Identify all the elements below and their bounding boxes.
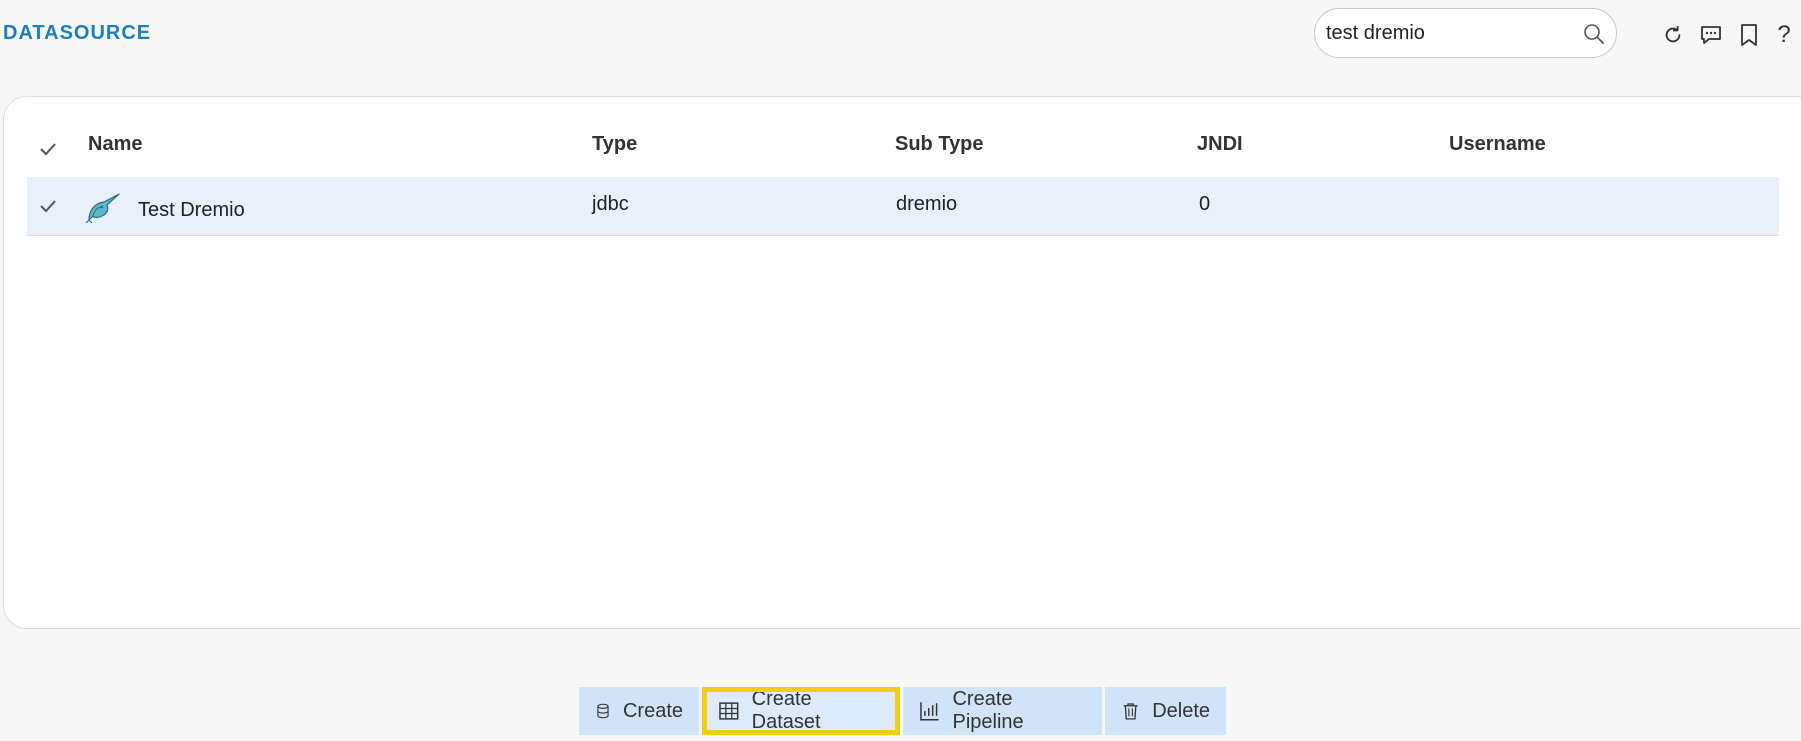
cell-name[interactable]: Test Dremio	[138, 199, 245, 222]
column-header-sub-type[interactable]: Sub Type	[895, 133, 984, 156]
create-button[interactable]: Create	[579, 687, 699, 735]
cell-sub-type: dremio	[896, 193, 958, 215]
search-input[interactable]	[1326, 18, 1566, 48]
search-icon[interactable]	[1582, 22, 1606, 46]
datasource-table-card: Name Type Sub Type JNDI Username Test Dr…	[3, 96, 1801, 629]
help-icon[interactable]: ?	[1774, 22, 1794, 48]
column-header-name[interactable]: Name	[88, 133, 142, 156]
delete-button[interactable]: Delete	[1105, 687, 1226, 735]
table-row[interactable]: Test Dremio jdbc dremio 0	[27, 177, 1779, 236]
column-header-username[interactable]: Username	[1449, 133, 1546, 156]
database-icon	[597, 703, 609, 719]
bar-chart-icon	[920, 702, 939, 721]
table-header: Name Type Sub Type JNDI Username	[27, 111, 1779, 177]
create-dataset-button[interactable]: Create Dataset	[702, 687, 900, 735]
comment-icon[interactable]	[1698, 22, 1724, 48]
bookmark-icon[interactable]	[1736, 22, 1762, 48]
cell-type: jdbc	[592, 193, 629, 215]
select-all-checkbox[interactable]	[38, 139, 58, 159]
create-button-label: Create	[622, 699, 683, 722]
column-header-jndi[interactable]: JNDI	[1197, 133, 1243, 156]
refresh-icon[interactable]	[1660, 22, 1686, 48]
dremio-narwhal-icon	[85, 193, 120, 224]
create-pipeline-button-label: Create Pipeline	[952, 688, 1024, 733]
create-pipeline-button[interactable]: Create Pipeline	[903, 687, 1102, 735]
delete-button-label: Delete	[1152, 699, 1210, 722]
create-dataset-button-label: Create Dataset	[751, 688, 821, 733]
page-title: DATASOURCE	[3, 22, 152, 44]
trash-icon	[1123, 703, 1138, 720]
header-actions: ?	[1660, 20, 1794, 50]
app-window: DATASOURCE ?	[0, 0, 1801, 741]
action-toolbar: Create Create Dataset Create Pipeline De…	[579, 687, 1229, 735]
cell-jndi: 0	[1199, 193, 1211, 215]
row-checkbox[interactable]	[38, 196, 58, 216]
table-grid-icon	[719, 702, 739, 720]
search-box[interactable]	[1314, 8, 1617, 58]
datasource-table: Name Type Sub Type JNDI Username Test Dr…	[27, 111, 1779, 236]
column-header-type[interactable]: Type	[592, 133, 637, 156]
